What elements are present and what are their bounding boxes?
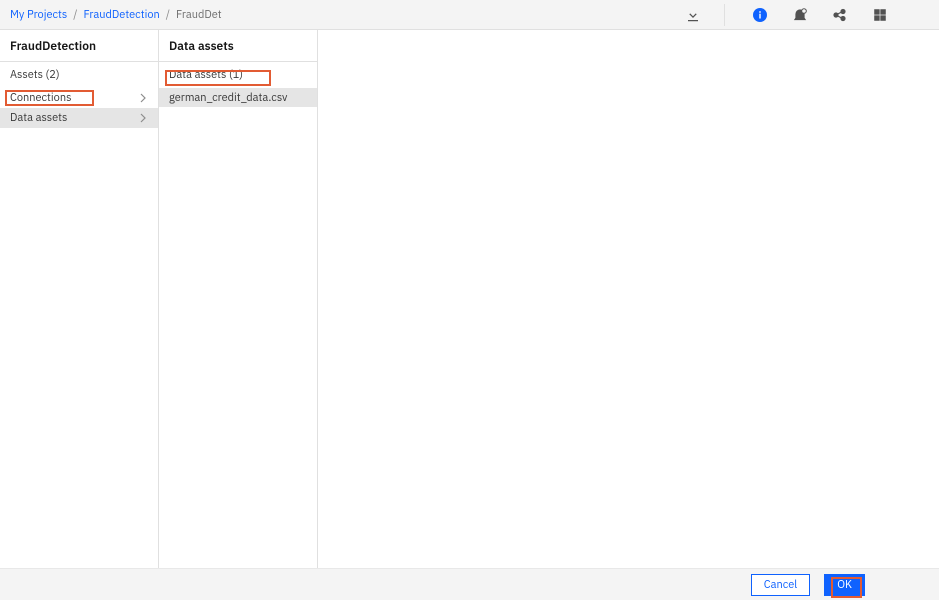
divider	[724, 4, 725, 26]
file-item-german-credit[interactable]: german_credit_data.csv	[159, 88, 317, 107]
sidebar-item-data-assets[interactable]: Data assets	[0, 108, 158, 128]
sidebar-title: FraudDetection	[0, 30, 158, 62]
share-icon[interactable]	[831, 6, 849, 24]
chevron-right-icon	[138, 93, 148, 103]
sidebar-item-label: Data assets	[10, 111, 67, 125]
assets-panel-title: Data assets	[159, 30, 317, 62]
breadcrumb-separator: /	[73, 8, 77, 22]
sidebar-item-connections[interactable]: Connections	[0, 88, 158, 108]
assets-panel-count: Data assets (1)	[159, 62, 317, 88]
sidebar-item-label: Connections	[10, 91, 71, 105]
chevron-right-icon	[138, 113, 148, 123]
assets-panel: Data assets Data assets (1) german_credi…	[159, 30, 318, 568]
preview-area	[318, 30, 939, 568]
sidebar-panel: FraudDetection Assets (2) Connections Da…	[0, 30, 159, 568]
breadcrumb-my-projects[interactable]: My Projects	[10, 8, 67, 22]
download-icon[interactable]	[684, 6, 702, 24]
breadcrumb-separator: /	[166, 8, 170, 22]
main-content: FraudDetection Assets (2) Connections Da…	[0, 30, 939, 568]
footer: Cancel OK	[0, 568, 939, 600]
info-icon[interactable]	[751, 6, 769, 24]
cancel-button[interactable]: Cancel	[751, 574, 810, 596]
file-name: german_credit_data.csv	[169, 91, 287, 105]
breadcrumb: My Projects / FraudDetection / FraudDet	[10, 8, 222, 22]
topbar: My Projects / FraudDetection / FraudDet	[0, 0, 939, 30]
breadcrumb-frauddetection[interactable]: FraudDetection	[83, 8, 159, 22]
breadcrumb-current: FraudDet	[176, 8, 222, 22]
apps-icon[interactable]	[871, 6, 889, 24]
notification-icon[interactable]	[791, 6, 809, 24]
ok-button[interactable]: OK	[824, 574, 865, 596]
sidebar-assets-count: Assets (2)	[0, 62, 158, 88]
topbar-actions	[684, 4, 929, 26]
